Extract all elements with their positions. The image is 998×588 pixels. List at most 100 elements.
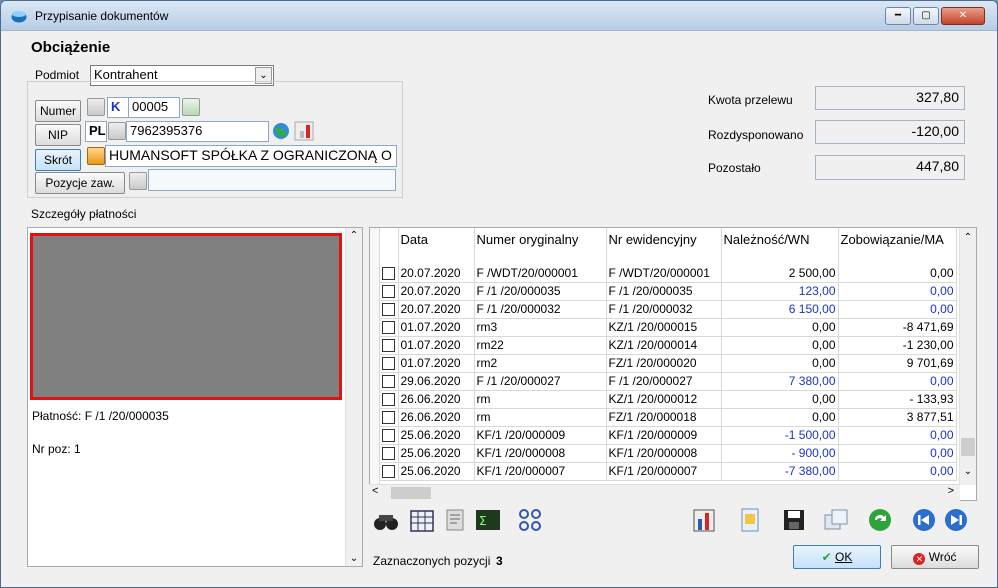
checkbox[interactable]: [380, 300, 399, 319]
checkbox[interactable]: [380, 372, 399, 391]
bar-chart-icon[interactable]: [691, 507, 717, 533]
checkbox[interactable]: [380, 336, 399, 355]
table-row[interactable]: 20.07.2020 F /WDT/20/000001 F /WDT/20/0000…: [380, 264, 957, 283]
table-row[interactable]: 01.07.2020 rm22 KZ/1 /20/000014 0,00 -1 230,…: [380, 336, 957, 355]
row-checkbox[interactable]: [382, 321, 395, 335]
row-checkbox[interactable]: [382, 285, 395, 299]
table-row[interactable]: 01.07.2020 rm3 KZ/1 /20/000015 0,00 -8 471,6…: [380, 318, 957, 337]
checkbox[interactable]: [380, 282, 399, 301]
table-row[interactable]: 25.06.2020 KF/1 /20/000009 KF/1 /20/000009…: [380, 426, 957, 445]
calendar-grid-icon[interactable]: [409, 507, 435, 533]
cell-wn: 123,00: [721, 282, 839, 301]
table-row[interactable]: 26.06.2020 rm FZ/1 /20/000018 0,00 3 877,51: [380, 408, 957, 427]
row-checkbox[interactable]: [382, 375, 395, 389]
table-row[interactable]: 26.06.2020 rm KZ/1 /20/000012 0,00- 133,93: [380, 390, 957, 409]
globe-icon[interactable]: [271, 121, 291, 141]
pozycje-field[interactable]: [148, 169, 396, 191]
nip-prefix-field[interactable]: PL: [85, 121, 107, 142]
cell-date: 26.06.2020: [398, 390, 475, 409]
nip-field[interactable]: 7962395376: [126, 121, 269, 142]
nip-lookup-icon[interactable]: [108, 122, 126, 140]
minimize-button[interactable]: ━: [885, 7, 911, 25]
save-icon[interactable]: [781, 507, 807, 533]
refresh-icon[interactable]: [867, 507, 893, 533]
checkbox[interactable]: [380, 354, 399, 373]
scroll-down-icon[interactable]: ⌄: [346, 553, 362, 564]
cell-orig: rm22: [474, 336, 607, 355]
cell-orig: KF/1 /20/000008: [474, 444, 607, 463]
table-row[interactable]: 25.06.2020 KF/1 /20/000008 KF/1 /20/000008…: [380, 444, 957, 463]
cell-date: 26.06.2020: [398, 408, 475, 427]
grid-hscrollbar[interactable]: < >: [369, 484, 960, 501]
numer-lookup-icon[interactable]: [87, 98, 105, 116]
row-checkbox[interactable]: [382, 411, 395, 425]
table-row[interactable]: 25.06.2020 KF/1 /20/000007 KF/1 /20/000007…: [380, 462, 957, 481]
checkbox[interactable]: [380, 408, 399, 427]
col-date-header[interactable]: Data: [398, 228, 475, 264]
scroll-up-icon[interactable]: ⌃: [346, 230, 362, 241]
row-checkbox[interactable]: [382, 429, 395, 443]
checkbox[interactable]: [380, 390, 399, 409]
binoculars-icon[interactable]: [373, 507, 399, 533]
report-icon[interactable]: [443, 507, 469, 533]
cell-ma: 0,00: [838, 426, 957, 445]
numer-type-field[interactable]: K: [107, 97, 129, 118]
col-ewid-header[interactable]: Nr ewidencyjny: [606, 228, 722, 264]
col-orig-header[interactable]: Numer oryginalny: [474, 228, 607, 264]
row-checkbox[interactable]: [382, 393, 395, 407]
col-ma-header[interactable]: Zobowiązanie/MA: [838, 228, 957, 264]
numer-field[interactable]: 00005: [128, 97, 180, 118]
row-checkbox[interactable]: [382, 357, 395, 371]
numer-action-icon[interactable]: [182, 98, 200, 116]
scroll-left-icon[interactable]: <: [372, 485, 378, 497]
checkbox[interactable]: [380, 462, 399, 481]
rozdysp-field: -120,00: [815, 120, 965, 144]
numer-button[interactable]: Numer: [35, 100, 81, 122]
skrot-field[interactable]: HUMANSOFT SPÓŁKA Z OGRANICZONĄ O: [105, 145, 397, 167]
table-row[interactable]: 29.06.2020 F /1 /20/000027 F /1 /20/000027…: [380, 372, 957, 391]
pozycje-button[interactable]: Pozycje zaw.: [35, 172, 125, 194]
scroll-right-icon[interactable]: >: [948, 485, 954, 497]
document-icon[interactable]: [737, 507, 763, 533]
pozycje-lookup-icon[interactable]: [129, 172, 147, 190]
row-checkbox[interactable]: [382, 465, 395, 479]
nip-button[interactable]: NIP: [35, 124, 81, 146]
skrot-lookup-icon[interactable]: [87, 147, 105, 165]
table-row[interactable]: 20.07.2020 F /1 /20/000032 F /1 /20/000032…: [380, 300, 957, 319]
documents-grid[interactable]: Data Numer oryginalny Nr ewidencyjny Nal…: [369, 227, 977, 501]
ok-button[interactable]: ✔ OK: [793, 545, 881, 569]
cell-wn: - 900,00: [721, 444, 839, 463]
checkbox[interactable]: [380, 426, 399, 445]
row-checkbox[interactable]: [382, 303, 395, 317]
details-scrollbar[interactable]: ⌃ ⌄: [345, 228, 362, 566]
table-row[interactable]: 20.07.2020 F /1 /20/000035 F /1 /20/000035…: [380, 282, 957, 301]
row-checkbox[interactable]: [382, 447, 395, 461]
row-checkbox[interactable]: [382, 339, 395, 353]
col-wn-header[interactable]: Należność/WN: [721, 228, 839, 264]
cell-ewid: KF/1 /20/000009: [606, 426, 722, 445]
checkbox[interactable]: [380, 264, 399, 283]
checkbox[interactable]: [380, 318, 399, 337]
formula-icon[interactable]: Σ: [475, 507, 501, 533]
checkbox[interactable]: [380, 444, 399, 463]
scroll-down-icon[interactable]: ⌄: [960, 466, 976, 477]
network-icon[interactable]: [517, 507, 543, 533]
last-record-icon[interactable]: [943, 507, 969, 533]
skrot-button[interactable]: Skrót: [35, 149, 81, 171]
windows-icon[interactable]: [823, 507, 849, 533]
chart-check-icon[interactable]: [293, 121, 315, 141]
scroll-hthumb[interactable]: [391, 487, 431, 499]
grid-vscrollbar[interactable]: ⌃ ⌄: [959, 228, 976, 485]
table-row[interactable]: 01.07.2020 rm2 FZ/1 /20/000020 0,00 9 701,69: [380, 354, 957, 373]
scroll-up-icon[interactable]: ⌃: [960, 232, 976, 243]
exit-button[interactable]: ✕ Wróć: [891, 545, 979, 569]
first-record-icon[interactable]: [911, 507, 937, 533]
row-checkbox[interactable]: [382, 266, 395, 280]
col-select-header[interactable]: [380, 228, 399, 264]
cell-ewid: KZ/1 /20/000014: [606, 336, 722, 355]
scroll-thumb[interactable]: [961, 438, 975, 456]
cell-ewid: KF/1 /20/000007: [606, 462, 722, 481]
pozostalo-field: 447,80: [815, 155, 965, 180]
close-button[interactable]: ✕: [941, 7, 985, 25]
maximize-button[interactable]: ▢: [913, 7, 939, 25]
